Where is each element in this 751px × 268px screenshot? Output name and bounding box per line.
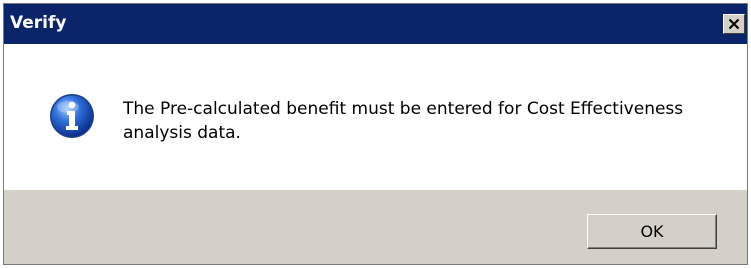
- information-icon: [50, 94, 94, 138]
- button-bar: OK: [4, 190, 747, 264]
- ok-button[interactable]: OK: [587, 214, 717, 249]
- dialog-title: Verify: [10, 13, 67, 33]
- close-button[interactable]: [723, 14, 745, 34]
- message-area: The Pre-calculated benefit must be enter…: [4, 44, 747, 190]
- close-icon: [728, 18, 740, 30]
- title-bar[interactable]: Verify: [4, 4, 747, 44]
- message-text: The Pre-calculated benefit must be enter…: [123, 99, 684, 143]
- verify-dialog: Verify The Pre-calculated benefit must b…: [3, 3, 748, 265]
